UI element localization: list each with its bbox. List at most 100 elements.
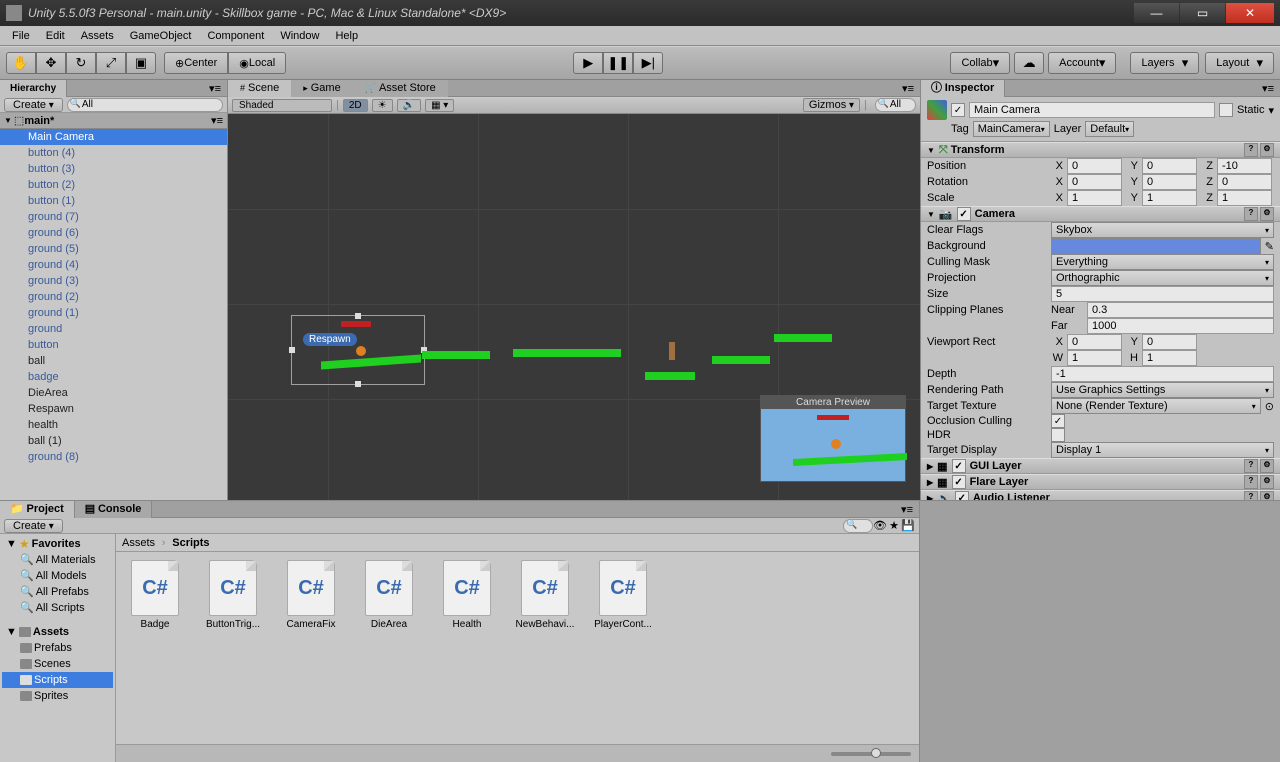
rot-z-input[interactable] xyxy=(1217,174,1272,190)
folder-item[interactable]: Sprites xyxy=(2,688,113,704)
scene-root-item[interactable]: ▼ ⬚ main* ▾≡ xyxy=(0,113,227,129)
collab-button[interactable]: Collab ▾ xyxy=(950,52,1010,74)
menu-file[interactable]: File xyxy=(4,30,38,42)
project-search-input[interactable] xyxy=(843,519,873,533)
menu-window[interactable]: Window xyxy=(272,30,327,42)
scene-view[interactable]: Respawn Camera Preview xyxy=(228,114,920,500)
favorites-root[interactable]: ▼★Favorites xyxy=(2,536,113,552)
step-button[interactable]: ▶| xyxy=(633,52,663,74)
folder-item[interactable]: Prefabs xyxy=(2,640,113,656)
favorite-item[interactable]: 🔍All Materials xyxy=(2,552,113,568)
script-file[interactable]: C#PlayerCont... xyxy=(592,560,654,630)
scene-context-icon[interactable]: ▾≡ xyxy=(896,82,920,95)
filter-icon[interactable]: 👁 xyxy=(873,519,887,533)
folder-item[interactable]: Scripts xyxy=(2,672,113,688)
shading-mode-dropdown[interactable]: Shaded xyxy=(232,99,332,112)
depth-input[interactable] xyxy=(1051,366,1274,382)
near-clip-input[interactable] xyxy=(1087,302,1274,318)
menu-assets[interactable]: Assets xyxy=(73,30,122,42)
gizmos-dropdown[interactable]: Gizmos ▾ xyxy=(803,98,860,112)
script-file[interactable]: C#DieArea xyxy=(358,560,420,630)
pivot-center-button[interactable]: ⊕ Center xyxy=(164,52,228,74)
pos-y-input[interactable] xyxy=(1142,158,1197,174)
hierarchy-create-dropdown[interactable]: Create ▾ xyxy=(4,98,63,112)
script-file[interactable]: C#ButtonTrig... xyxy=(202,560,264,630)
culling-mask-dropdown[interactable]: Everything xyxy=(1051,254,1274,270)
help-icon[interactable]: ? xyxy=(1244,207,1258,221)
size-input[interactable] xyxy=(1051,286,1274,302)
target-texture-field[interactable]: None (Render Texture) xyxy=(1051,398,1261,414)
layout-dropdown[interactable]: Layout ▾ xyxy=(1205,52,1274,74)
pause-button[interactable]: ❚❚ xyxy=(603,52,633,74)
layer-dropdown[interactable]: Default xyxy=(1085,121,1134,137)
target-display-dropdown[interactable]: Display 1 xyxy=(1051,442,1274,458)
lighting-toggle[interactable]: ☀ xyxy=(372,99,393,112)
rot-x-input[interactable] xyxy=(1067,174,1122,190)
script-file[interactable]: C#Badge xyxy=(124,560,186,630)
gear-icon[interactable]: ⚙ xyxy=(1260,207,1274,221)
static-dropdown-icon[interactable]: ▾ xyxy=(1268,104,1274,117)
pivot-local-button[interactable]: ◉ Local xyxy=(228,52,286,74)
menu-edit[interactable]: Edit xyxy=(38,30,73,42)
script-file[interactable]: C#Health xyxy=(436,560,498,630)
console-tab[interactable]: ▤ Console xyxy=(75,501,153,518)
hierarchy-item[interactable]: ground (4) xyxy=(0,257,227,273)
scene-tab[interactable]: #Scene xyxy=(228,80,291,97)
hierarchy-item[interactable]: button (1) xyxy=(0,193,227,209)
scale-y-input[interactable] xyxy=(1142,190,1197,206)
hierarchy-item[interactable]: ground (6) xyxy=(0,225,227,241)
close-button[interactable]: ✕ xyxy=(1226,3,1274,23)
gui-layer-header[interactable]: ▶▦✓GUI Layer?⚙ xyxy=(921,458,1280,474)
static-checkbox[interactable] xyxy=(1219,103,1233,117)
hierarchy-item[interactable]: ground (5) xyxy=(0,241,227,257)
far-clip-input[interactable] xyxy=(1087,318,1274,334)
scale-tool-button[interactable]: ⤢ xyxy=(96,52,126,74)
favorite-item[interactable]: 🔍All Prefabs xyxy=(2,584,113,600)
script-file[interactable]: C#CameraFix xyxy=(280,560,342,630)
help-icon[interactable]: ? xyxy=(1244,143,1258,157)
fx-toggle[interactable]: ▦ ▾ xyxy=(425,99,454,112)
pos-x-input[interactable] xyxy=(1067,158,1122,174)
hierarchy-item[interactable]: ground (1) xyxy=(0,305,227,321)
assets-root[interactable]: ▼Assets xyxy=(2,624,113,640)
favorite-filter-icon[interactable]: ★ xyxy=(887,519,901,533)
projection-dropdown[interactable]: Orthographic xyxy=(1051,270,1274,286)
hierarchy-item[interactable]: button (4) xyxy=(0,145,227,161)
hierarchy-item[interactable]: ball xyxy=(0,353,227,369)
script-file[interactable]: C#NewBehavi... xyxy=(514,560,576,630)
thumbnail-size-slider[interactable] xyxy=(831,752,911,756)
account-dropdown[interactable]: Account ▾ xyxy=(1048,52,1116,74)
hierarchy-item[interactable]: Respawn xyxy=(0,401,227,417)
hierarchy-item[interactable]: Main Camera xyxy=(0,129,227,145)
breadcrumb-assets[interactable]: Assets xyxy=(122,537,155,549)
menu-help[interactable]: Help xyxy=(327,30,366,42)
project-create-dropdown[interactable]: Create ▾ xyxy=(4,519,63,533)
object-picker-icon[interactable]: ⊙ xyxy=(1265,400,1274,413)
rot-y-input[interactable] xyxy=(1142,174,1197,190)
occlusion-checkbox[interactable]: ✓ xyxy=(1051,414,1065,428)
pos-z-input[interactable] xyxy=(1217,158,1272,174)
scene-search-input[interactable]: All xyxy=(875,98,916,112)
hierarchy-item[interactable]: button xyxy=(0,337,227,353)
hierarchy-item[interactable]: ground (8) xyxy=(0,449,227,465)
audio-listener-header[interactable]: ▶🔊✓Audio Listener?⚙ xyxy=(921,490,1280,500)
scene-context-icon[interactable]: ▾≡ xyxy=(211,114,223,127)
viewport-x-input[interactable] xyxy=(1067,334,1122,350)
rotate-tool-button[interactable]: ↻ xyxy=(66,52,96,74)
hierarchy-item[interactable]: badge xyxy=(0,369,227,385)
game-tab[interactable]: ▸Game xyxy=(291,80,353,97)
hdr-checkbox[interactable] xyxy=(1051,428,1065,442)
active-checkbox[interactable]: ✓ xyxy=(951,103,965,117)
inspector-context-icon[interactable]: ▾≡ xyxy=(1256,82,1280,95)
menu-gameobject[interactable]: GameObject xyxy=(122,30,200,42)
maximize-button[interactable]: ▭ xyxy=(1180,3,1225,23)
hierarchy-item[interactable]: DieArea xyxy=(0,385,227,401)
transform-component-header[interactable]: ▼ ⤧ Transform ?⚙ xyxy=(921,142,1280,158)
hierarchy-item[interactable]: ground (2) xyxy=(0,289,227,305)
gameobject-name-input[interactable] xyxy=(969,102,1215,118)
rendering-path-dropdown[interactable]: Use Graphics Settings xyxy=(1051,382,1274,398)
hierarchy-item[interactable]: button (3) xyxy=(0,161,227,177)
minimize-button[interactable]: — xyxy=(1134,3,1179,23)
hierarchy-tab[interactable]: Hierarchy xyxy=(0,80,67,97)
project-tab[interactable]: 📁 Project xyxy=(0,501,75,518)
